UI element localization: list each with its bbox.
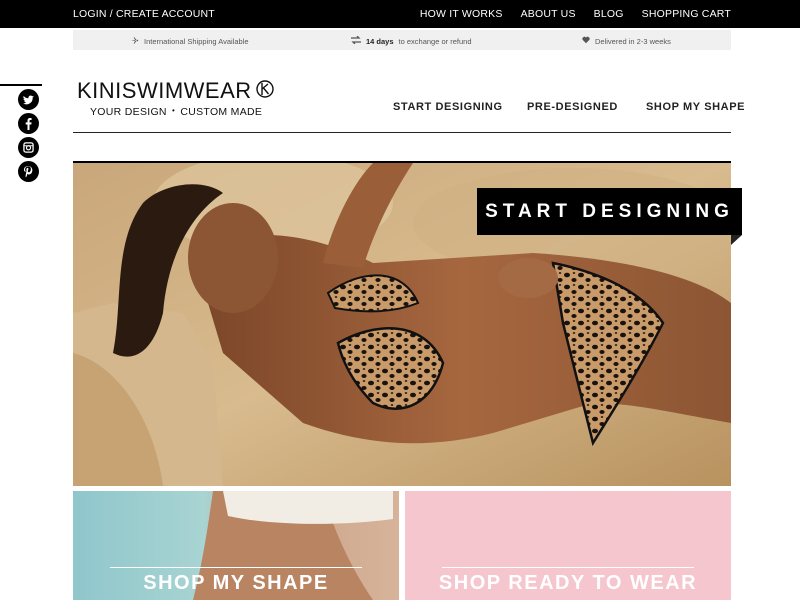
nav-start-designing[interactable]: START DESIGNING (393, 101, 503, 113)
instagram-icon[interactable] (18, 137, 39, 158)
cta-ribbon-fold (731, 235, 742, 245)
about-us-link[interactable]: ABOUT US (521, 8, 576, 20)
header-divider (73, 132, 731, 133)
tile-right-rule (442, 567, 694, 568)
twitter-icon[interactable] (18, 89, 39, 110)
exchange-text: to exchange or refund (398, 36, 472, 46)
start-designing-cta[interactable]: START DESIGNING (477, 188, 742, 235)
brand-tagline: YOUR DESIGN • CUSTOM MADE (90, 106, 263, 118)
top-nav: HOW IT WORKS ABOUT US BLOG SHOPPING CART (420, 8, 731, 20)
brand-name: KINISWIMWEAR (77, 78, 252, 103)
shop-ready-to-wear-label: SHOP READY TO WEAR (438, 572, 698, 594)
nav-pre-designed[interactable]: PRE-DESIGNED (527, 101, 618, 113)
shop-ready-to-wear-tile[interactable]: SHOP READY TO WEAR (405, 491, 731, 600)
how-it-works-link[interactable]: HOW IT WORKS (420, 8, 503, 20)
social-divider (0, 84, 42, 86)
exchange-arrows-icon (351, 35, 361, 46)
login-create-account-link[interactable]: LOGIN / CREATE ACCOUNT (73, 8, 215, 20)
exchange-info: 14 days to exchange or refund (351, 35, 472, 46)
brand-logo[interactable]: KINISWIMWEAR YOUR DESIGN • CUSTOM MADE (77, 78, 274, 118)
shipping-info: International Shipping Available (130, 36, 249, 47)
blog-link[interactable]: BLOG (594, 8, 624, 20)
delivery-text: Delivered in 2-3 weeks (595, 36, 671, 46)
nav-shop-my-shape[interactable]: SHOP MY SHAPE (646, 101, 745, 113)
exchange-days: 14 days (366, 36, 394, 46)
plane-icon (130, 36, 139, 47)
top-bar: LOGIN / CREATE ACCOUNT HOW IT WORKS ABOU… (0, 0, 800, 28)
delivery-info: Delivered in 2-3 weeks (582, 36, 671, 46)
shipping-text: International Shipping Available (144, 37, 249, 46)
shop-my-shape-tile[interactable]: SHOP MY SHAPE (73, 491, 399, 600)
heart-icon (582, 36, 590, 46)
facebook-icon[interactable] (18, 113, 39, 134)
shop-my-shape-label: SHOP MY SHAPE (143, 572, 329, 594)
info-bar: International Shipping Available 14 days… (73, 30, 731, 50)
tile-left-rule (110, 567, 362, 568)
shopping-cart-link[interactable]: SHOPPING CART (642, 8, 731, 20)
logo-mark-icon (255, 78, 274, 104)
pinterest-icon[interactable] (18, 161, 39, 182)
